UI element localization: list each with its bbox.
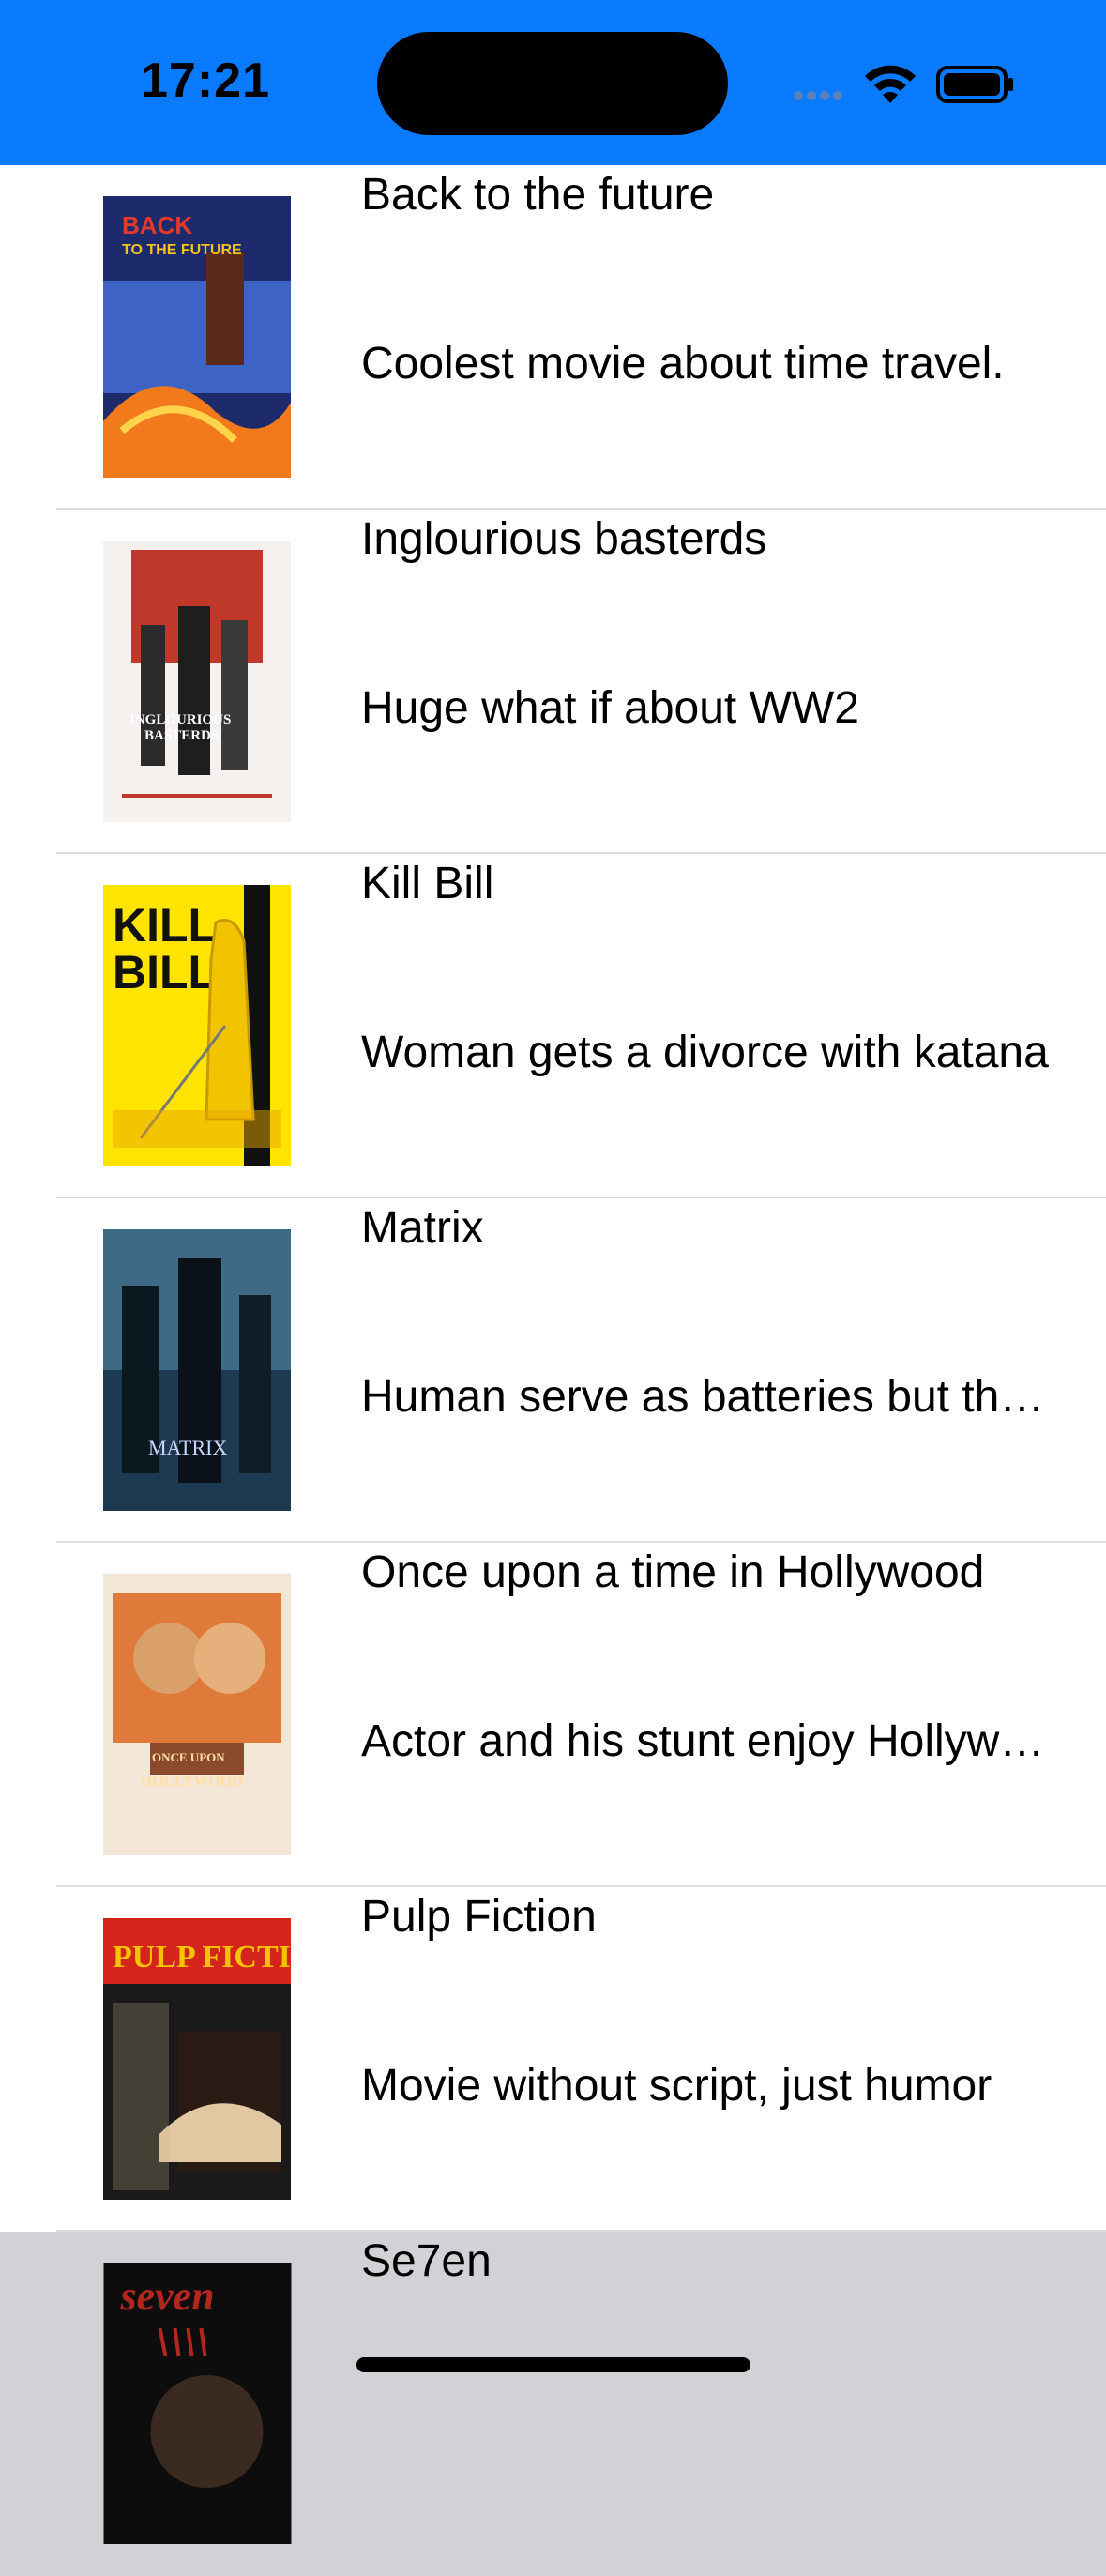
movie-title: Back to the future (361, 170, 715, 220)
movie-description: Movie without script, just humor (361, 2061, 992, 2111)
wifi-icon (865, 65, 916, 103)
movie-title: Se7en (361, 2236, 492, 2286)
cellular-signal-icon (794, 88, 846, 105)
movie-description: Coolest movie about time travel. (361, 339, 1005, 389)
svg-text:MATRIX: MATRIX (148, 1436, 227, 1459)
movie-row[interactable]: BACK TO THE FUTURE Back to the future Co… (0, 165, 1106, 510)
movie-description: Actor and his stunt enjoy Hollywood (361, 1716, 1060, 1766)
movie-title: Kill Bill (361, 859, 494, 908)
svg-text:TO THE FUTURE: TO THE FUTURE (122, 242, 242, 258)
movie-poster: MATRIX (103, 1229, 291, 1511)
svg-text:HOLLYWOOD: HOLLYWOOD (141, 1774, 243, 1790)
movie-row[interactable]: ONCE UPON HOLLYWOOD Once upon a time in … (0, 1543, 1106, 1887)
movie-row[interactable]: PULP FICTION Pulp Fiction Movie without … (0, 1887, 1106, 2232)
battery-icon (936, 66, 1013, 103)
svg-text:BILL: BILL (113, 946, 217, 998)
dynamic-island (377, 32, 728, 135)
movie-title: Once upon a time in Hollywood (361, 1547, 985, 1597)
movie-title: Pulp Fiction (361, 1892, 597, 1942)
movie-poster: ONCE UPON HOLLYWOOD (103, 1574, 291, 1855)
movie-row[interactable]: MATRIX Matrix Human serve as batteries b… (0, 1198, 1106, 1543)
movie-poster: seven (103, 2263, 292, 2544)
movie-row[interactable]: KILL BILL Kill Bill Woman gets a divorce… (0, 854, 1106, 1198)
movie-poster: INGLOURIOUS BASTERDS (103, 541, 291, 822)
movie-title: Inglourious basterds (361, 514, 767, 564)
movie-poster: BACK TO THE FUTURE (103, 196, 291, 478)
home-indicator[interactable] (356, 2357, 750, 2372)
movie-description: Woman gets a divorce with katana (361, 1028, 1049, 1077)
movie-title: Matrix (361, 1203, 484, 1253)
svg-text:INGLOURIOUS: INGLOURIOUS (129, 712, 231, 727)
svg-text:KILL: KILL (113, 899, 217, 952)
movie-description: Huge what if about WW2 (361, 683, 859, 733)
svg-text:BASTERDS: BASTERDS (144, 728, 219, 743)
svg-text:seven: seven (120, 2273, 215, 2319)
movie-row-selected[interactable]: seven Se7en (0, 2232, 1106, 2576)
svg-text:ONCE UPON: ONCE UPON (152, 1750, 225, 1764)
movie-poster: PULP FICTION (103, 1918, 291, 2200)
status-time: 17:21 (141, 53, 270, 108)
movie-poster: KILL BILL (103, 885, 291, 1166)
svg-text:PULP FICTION: PULP FICTION (113, 1940, 291, 1974)
svg-text:BACK: BACK (122, 211, 192, 239)
movie-row[interactable]: INGLOURIOUS BASTERDS Inglourious basterd… (0, 510, 1106, 854)
movie-list: BACK TO THE FUTURE Back to the future Co… (0, 165, 1106, 2576)
movie-description: Human serve as batteries but they fight … (361, 1372, 1060, 1422)
status-bar: 17:21 (0, 0, 1106, 165)
